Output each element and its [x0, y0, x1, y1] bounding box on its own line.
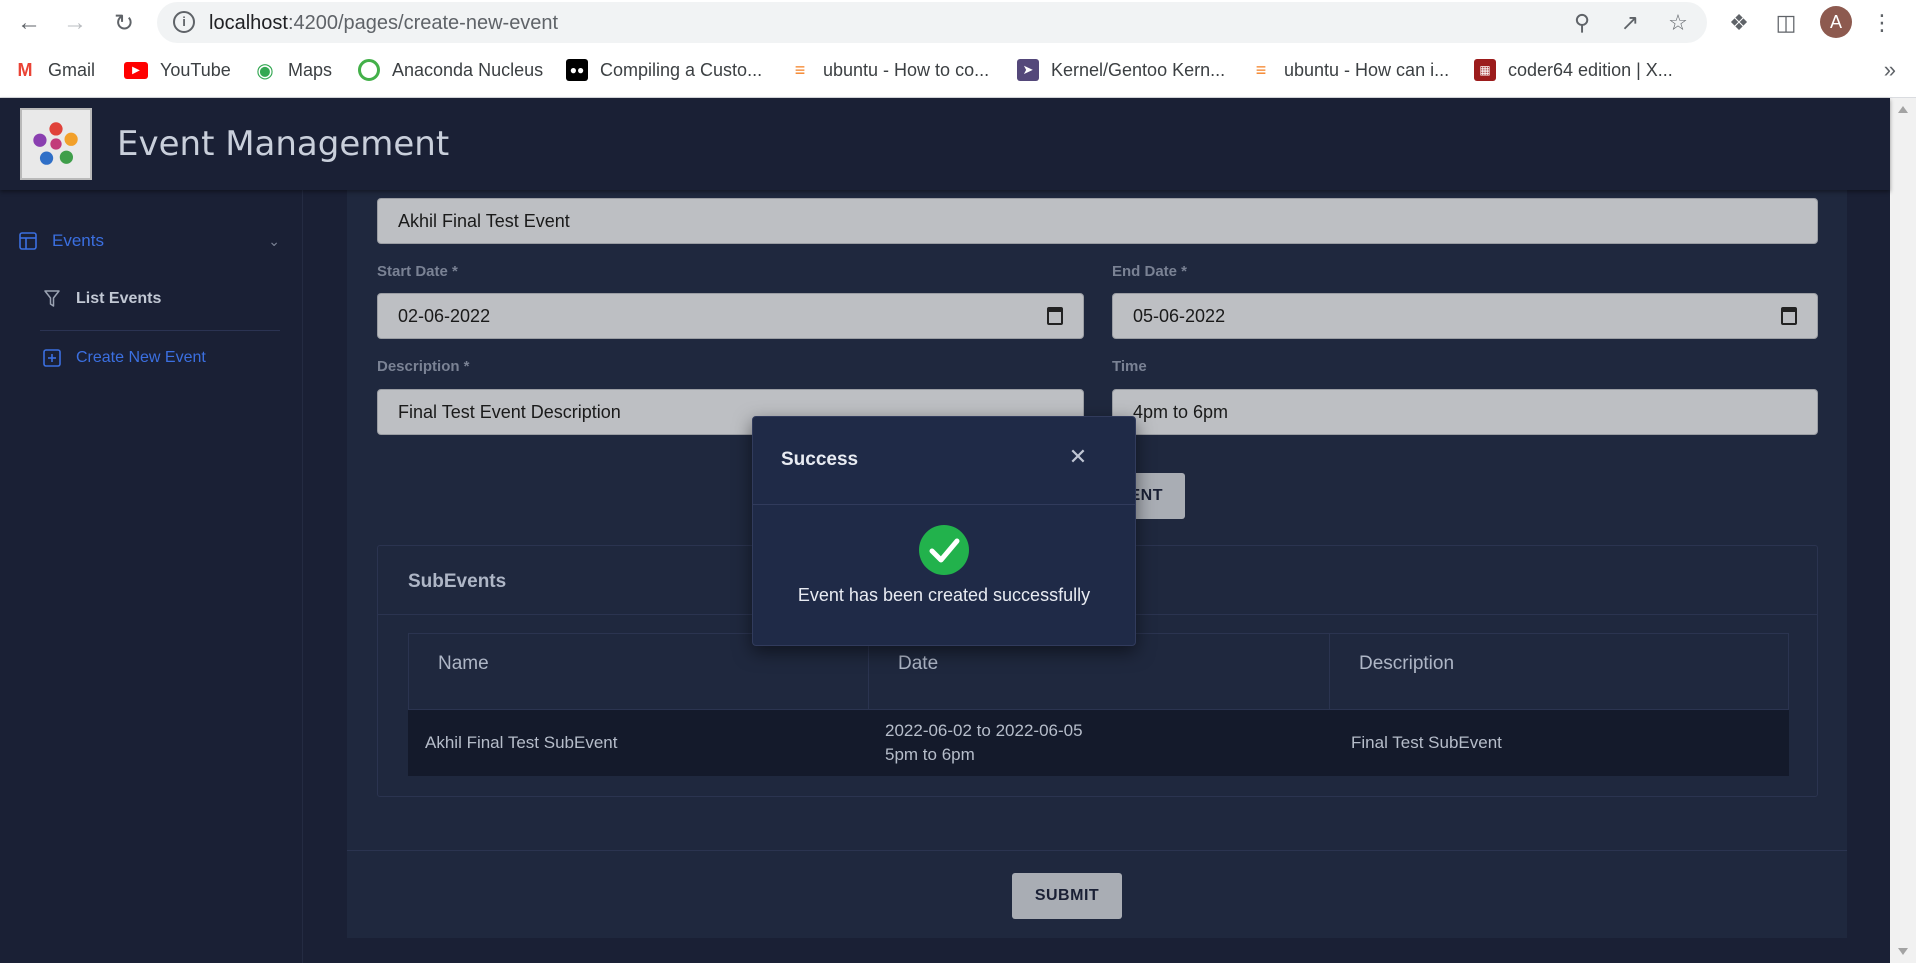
sidebar: Events ⌄ List Events Create New Event — [0, 190, 303, 963]
page-scrollbar[interactable] — [1890, 98, 1916, 963]
zoom-icon[interactable]: ⚲ — [1569, 10, 1595, 36]
column-header-description[interactable]: Description — [1330, 634, 1788, 709]
subevents-title: SubEvents — [408, 571, 507, 592]
stackexchange-icon: ≡ — [1250, 59, 1272, 81]
gmail-icon: M — [14, 59, 36, 81]
end-date-label: End Date * — [1112, 263, 1188, 280]
menu-kebab-icon[interactable]: ⋮ — [1868, 9, 1896, 37]
youtube-icon: ▶ — [124, 61, 148, 79]
modal-divider — [753, 504, 1135, 505]
bookmark-youtube[interactable]: ▶ YouTube — [124, 57, 231, 83]
bookmark-ubuntu-1[interactable]: ≡ ubuntu - How to co... — [789, 57, 989, 83]
event-name-input[interactable]: Akhil Final Test Event — [377, 198, 1818, 244]
back-icon[interactable]: ← — [12, 6, 46, 40]
sidebar-item-label: Events — [52, 231, 104, 250]
gentoo-icon: ➤ — [1017, 59, 1039, 81]
bookmarks-bar: M Gmail ▶ YouTube ◉ Maps Anaconda Nucleus ●… — [0, 45, 1916, 98]
address-bar[interactable]: i localhost:4200/pages/create-new-event … — [157, 2, 1707, 43]
form-footer-divider — [347, 850, 1847, 851]
sidebar-item-create-new-event[interactable]: Create New Event — [42, 348, 206, 368]
success-modal: Success ✕ Event has been created success… — [752, 416, 1136, 646]
sidebar-item-events[interactable]: Events ⌄ — [18, 231, 280, 251]
browser-toolbar: ← → ↻ i localhost:4200/pages/create-new-… — [0, 0, 1916, 45]
coder64-icon: ▦ — [1474, 59, 1496, 81]
cell-description: Final Test SubEvent — [1351, 733, 1502, 752]
sidebar-item-label: Create New Event — [76, 349, 206, 366]
layout-icon — [18, 231, 38, 251]
plus-square-icon — [42, 348, 62, 368]
cell-date-range: 2022-06-02 to 2022-06-05 — [885, 721, 1083, 740]
modal-message: Event has been created successfully — [797, 585, 1091, 605]
reload-icon[interactable]: ↻ — [107, 6, 141, 40]
stackexchange-icon: ≡ — [789, 59, 811, 81]
description-label: Description * — [377, 358, 470, 375]
chevron-down-icon[interactable]: ⌄ — [268, 233, 280, 250]
bookmark-ubuntu-2[interactable]: ≡ ubuntu - How can i... — [1250, 57, 1449, 83]
sidebar-divider — [40, 330, 280, 331]
bookmark-anaconda[interactable]: Anaconda Nucleus — [358, 57, 543, 83]
extensions-icon[interactable]: ❖ — [1725, 9, 1753, 37]
profile-avatar[interactable]: A — [1820, 6, 1852, 38]
bookmark-gentoo[interactable]: ➤ Kernel/Gentoo Kern... — [1017, 57, 1225, 83]
app-header: Event Management — [0, 98, 1890, 190]
address-url[interactable]: localhost:4200/pages/create-new-event — [209, 12, 558, 35]
time-label: Time — [1112, 358, 1147, 375]
app-logo — [20, 108, 92, 180]
filter-icon — [42, 289, 62, 309]
start-date-input[interactable]: 02-06-2022 — [377, 293, 1084, 339]
calendar-icon[interactable] — [1781, 307, 1797, 325]
end-date-input[interactable]: 05-06-2022 — [1112, 293, 1818, 339]
modal-title: Success — [781, 449, 859, 470]
table-row[interactable]: Akhil Final Test SubEvent 2022-06-02 to … — [408, 710, 1789, 776]
share-icon[interactable]: ↗ — [1617, 10, 1643, 36]
sidebar-item-list-events[interactable]: List Events — [42, 289, 161, 309]
cell-date: 2022-06-02 to 2022-06-05 5pm to 6pm — [885, 710, 1325, 776]
bookmark-maps[interactable]: ◉ Maps — [254, 57, 332, 83]
time-input[interactable]: 4pm to 6pm — [1112, 389, 1818, 435]
sidebar-item-label: List Events — [76, 290, 162, 307]
anaconda-icon — [358, 59, 380, 81]
medium-icon: ●● — [566, 59, 588, 81]
close-icon[interactable]: ✕ — [1065, 444, 1091, 470]
side-panel-icon[interactable]: ◫ — [1772, 9, 1800, 37]
bookmark-medium[interactable]: ●● Compiling a Custo... — [566, 57, 762, 83]
bookmark-coder64[interactable]: ▦ coder64 edition | X... — [1474, 57, 1673, 83]
start-date-label: Start Date * — [377, 263, 458, 280]
cell-name: Akhil Final Test SubEvent — [425, 733, 618, 752]
start-date-value: 02-06-2022 — [398, 306, 491, 326]
end-date-value: 05-06-2022 — [1133, 306, 1226, 326]
cell-date-time: 5pm to 6pm — [885, 745, 975, 764]
bookmark-gmail[interactable]: M Gmail — [14, 57, 95, 83]
bookmarks-more-icon[interactable]: » — [1884, 57, 1896, 83]
app-title: Event Management — [117, 124, 450, 164]
submit-button[interactable]: SUBMIT — [1012, 873, 1122, 919]
check-circle-icon — [919, 525, 969, 575]
site-info-icon[interactable]: i — [173, 11, 195, 33]
star-icon[interactable]: ☆ — [1665, 10, 1691, 36]
calendar-icon[interactable] — [1047, 307, 1063, 325]
maps-icon: ◉ — [254, 59, 276, 82]
scroll-up-icon[interactable] — [1898, 106, 1908, 113]
scroll-down-icon[interactable] — [1898, 948, 1908, 955]
forward-icon[interactable]: → — [58, 6, 92, 40]
